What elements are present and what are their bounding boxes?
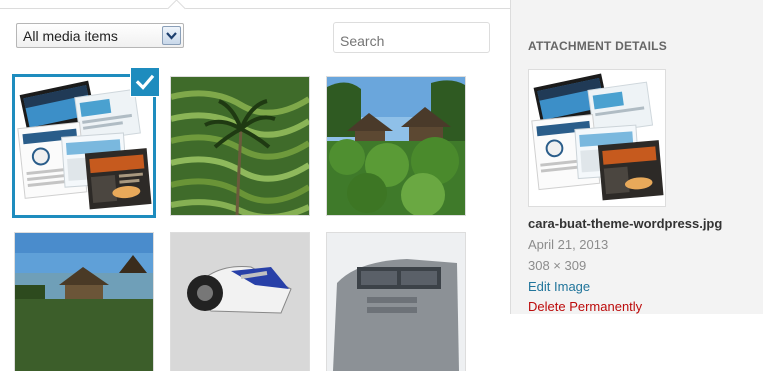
website-collage-image [15, 77, 153, 215]
search-input[interactable] [333, 22, 490, 53]
attachment-preview [529, 70, 665, 206]
motorcycle-image [171, 233, 309, 371]
attachment-dimensions: 308 × 309 [528, 258, 587, 273]
attachment-details-heading: ATTACHMENT DETAILS [528, 39, 667, 53]
attachment-details-panel: ATTACHMENT DETAILS cara-buat-theme-wordp… [510, 0, 763, 314]
delete-permanently-link[interactable]: Delete Permanently [528, 299, 642, 314]
thatched-huts-image [327, 77, 465, 215]
truck-image [327, 233, 465, 371]
media-item-rice-terraces[interactable] [171, 77, 309, 215]
website-collage-preview-image [529, 70, 665, 206]
media-item-website-collage[interactable] [15, 77, 153, 215]
rice-terraces-image [171, 77, 309, 215]
media-item-thatched-huts[interactable] [327, 77, 465, 215]
edit-image-link[interactable]: Edit Image [528, 279, 590, 294]
media-item-truck[interactable] [327, 233, 465, 371]
modal-tab-notch [167, 0, 186, 18]
chevron-down-icon[interactable] [162, 26, 181, 45]
lake-temple-image [15, 233, 153, 371]
selected-checkmark-icon[interactable] [131, 68, 159, 96]
attachment-date: April 21, 2013 [528, 237, 609, 252]
media-filter-value: All media items [23, 28, 118, 44]
media-item-motorcycle[interactable] [171, 233, 309, 371]
media-filter-select[interactable]: All media items [16, 23, 184, 48]
attachment-filename: cara-buat-theme-wordpress.jpg [528, 216, 723, 231]
media-item-lake-temple[interactable] [15, 233, 153, 371]
modal-top-border [0, 8, 510, 9]
